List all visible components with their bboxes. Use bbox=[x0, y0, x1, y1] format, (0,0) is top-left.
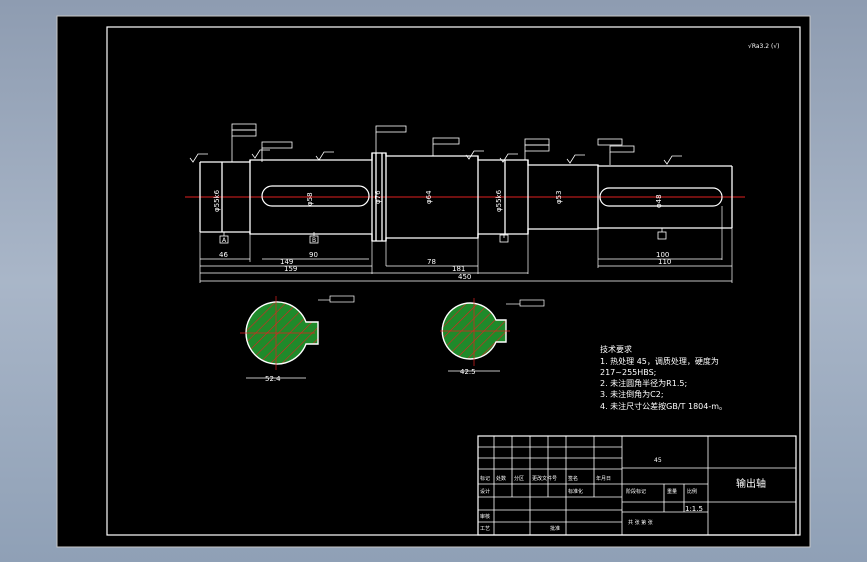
tb-change-doc: 更改文件号 bbox=[532, 475, 557, 482]
dim-d48: φ48 bbox=[655, 194, 663, 208]
part-name: 输出轴 bbox=[736, 477, 766, 490]
dim-d55-left: φ55k6 bbox=[213, 189, 221, 212]
dim-46: 46 bbox=[219, 251, 228, 259]
dim-d76: φ76 bbox=[374, 190, 382, 204]
tb-sheets: 共 张 第 张 bbox=[628, 519, 653, 526]
tech-line-1: 1. 热处理 45，调质处理，硬度为 bbox=[600, 356, 719, 366]
dim-159: 159 bbox=[284, 265, 297, 273]
drawing-sheet bbox=[56, 15, 811, 548]
tb-sign: 签名 bbox=[568, 475, 578, 482]
dim-d53: φ53 bbox=[555, 190, 563, 204]
tech-line-5: 4. 未注尺寸公差按GB/T 1804-m。 bbox=[600, 401, 727, 411]
dim-181: 181 bbox=[452, 265, 465, 273]
tb-process: 工艺 bbox=[480, 526, 490, 532]
roughness-note: √Ra3.2 (√) bbox=[748, 43, 780, 50]
tb-zone: 分区 bbox=[514, 475, 524, 482]
tb-material: 45 bbox=[654, 457, 662, 464]
tb-review: 审核 bbox=[480, 513, 490, 520]
tb-scale: 1:1.5 bbox=[685, 505, 703, 513]
dim-78: 78 bbox=[427, 258, 436, 266]
datum-b-label: B bbox=[312, 237, 316, 244]
tb-approve: 批准 bbox=[550, 525, 560, 532]
section-right-dim: 42.5 bbox=[460, 368, 476, 376]
dim-d64: φ64 bbox=[425, 190, 433, 204]
tech-line-3: 2. 未注圆角半径为R1.5; bbox=[600, 378, 687, 388]
tb-standard: 标准化 bbox=[568, 488, 583, 495]
tb-design: 设计 bbox=[480, 488, 490, 495]
tech-title: 技术要求 bbox=[600, 344, 632, 354]
tech-line-4: 3. 未注倒角为C2; bbox=[600, 389, 664, 399]
tb-weight: 重量 bbox=[667, 488, 677, 495]
dim-90: 90 bbox=[309, 251, 318, 259]
dim-110: 110 bbox=[658, 258, 671, 266]
tb-ratio: 比例 bbox=[687, 488, 697, 495]
tb-mark: 标记 bbox=[480, 475, 490, 482]
tb-stage-mark: 阶段标记 bbox=[626, 488, 646, 495]
tech-line-2: 217~255HBS; bbox=[600, 368, 656, 377]
dim-d58: φ58 bbox=[306, 192, 314, 206]
tb-date: 年月日 bbox=[596, 475, 611, 482]
tb-count: 处数 bbox=[496, 475, 506, 482]
section-left-dim: 52.4 bbox=[265, 375, 281, 383]
dim-d55-right: φ55k6 bbox=[495, 189, 503, 212]
drawing-canvas: √Ra3.2 (√) φ55k6 φ58 φ76 φ64 φ55k6 φ53 φ… bbox=[56, 15, 811, 548]
dim-450: 450 bbox=[458, 273, 471, 281]
cad-drawing-window: √Ra3.2 (√) φ55k6 φ58 φ76 φ64 φ55k6 φ53 φ… bbox=[0, 0, 867, 562]
